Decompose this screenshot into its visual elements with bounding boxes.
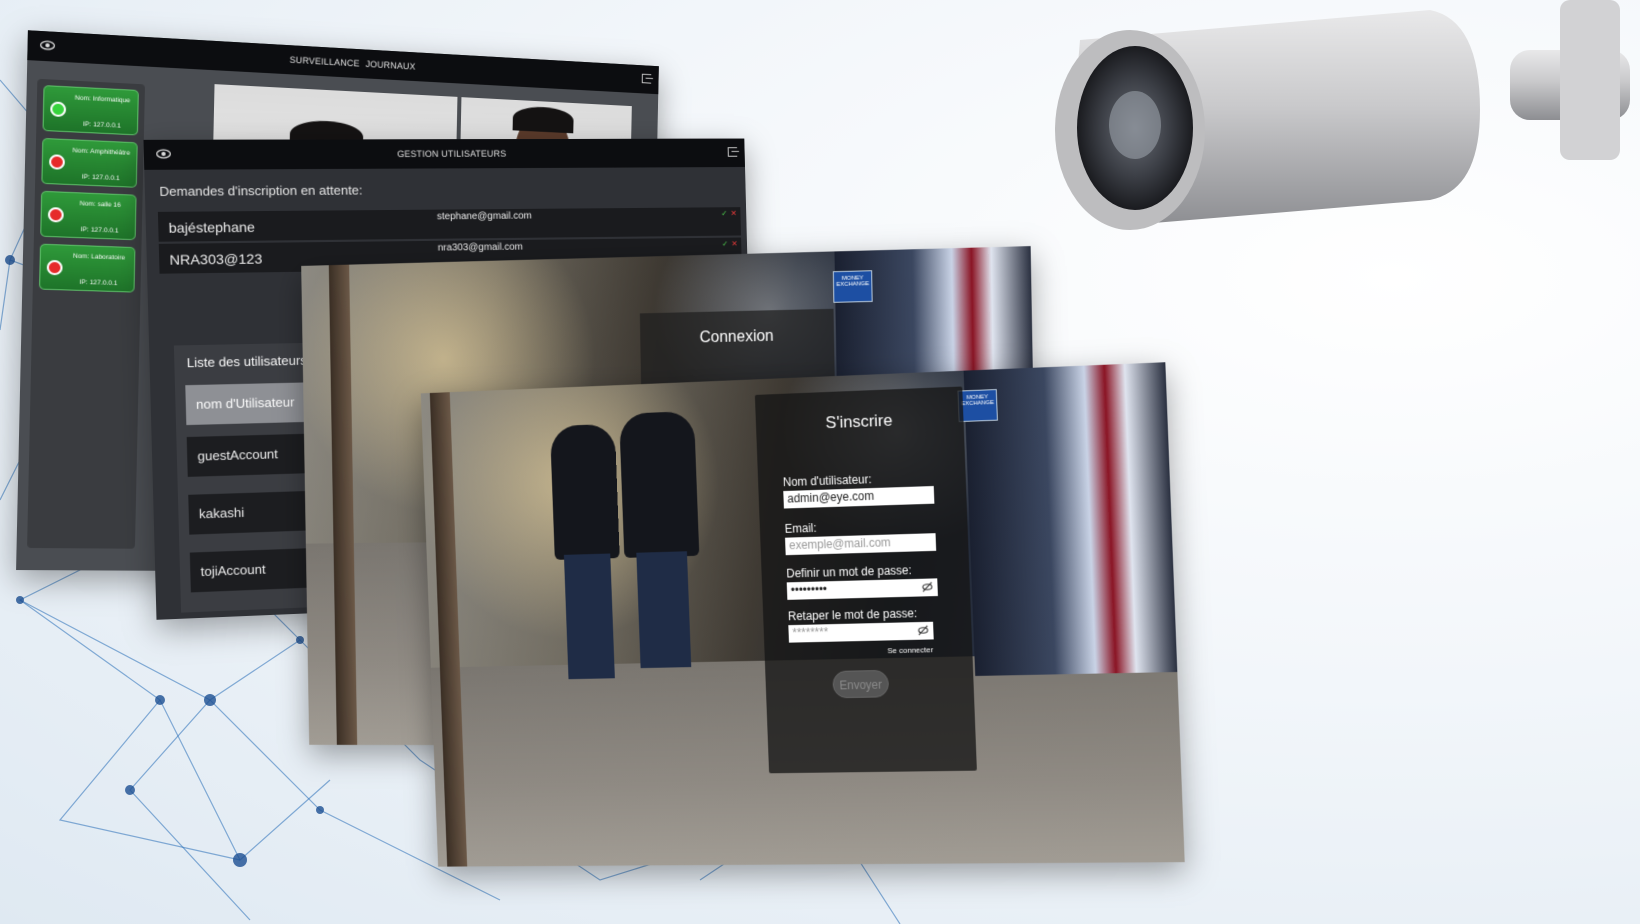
- nav-surveillance[interactable]: SURVEILLANCE: [289, 55, 359, 69]
- pending-email: nra303@gmail.com: [438, 242, 523, 254]
- username-field[interactable]: admin@eye.com: [783, 486, 934, 509]
- status-online-icon: [50, 101, 66, 117]
- email-label: Email:: [784, 521, 816, 536]
- login-title: Connexion: [640, 327, 834, 349]
- pedestrian-legs: [636, 551, 691, 668]
- eye-logo-icon: [156, 149, 171, 159]
- accept-icon[interactable]: ✓: [721, 209, 728, 218]
- money-exchange-sign: MONEY EXCHANGE: [833, 270, 873, 303]
- money-exchange-sign: MONEY EXCHANGE: [957, 389, 997, 422]
- email-field[interactable]: exemple@mail.com: [785, 533, 936, 555]
- feed-person-hair: [513, 106, 574, 134]
- eye-logo-icon: [40, 40, 55, 51]
- accept-icon[interactable]: ✓: [722, 240, 729, 249]
- camera-card-laboratoire[interactable]: Nom: Laboratoire IP: 127.0.0.1: [39, 244, 135, 293]
- eye-off-icon[interactable]: [918, 625, 929, 636]
- pending-username: NRA303@123: [169, 251, 262, 268]
- camera-name: Nom: salle 16: [69, 200, 131, 210]
- camera-list: Nom: Informatique IP: 127.0.0.1 Nom: Amp…: [27, 79, 145, 549]
- nav-journaux[interactable]: JOURNAUX: [365, 59, 415, 71]
- camera-name: Nom: Laboratoire: [68, 253, 130, 263]
- password-label: Definir un mot de passe:: [786, 563, 912, 580]
- logout-icon[interactable]: [728, 147, 738, 157]
- page-title: GESTION UTILISATEURS: [397, 149, 506, 159]
- pending-username: bajéstephane: [168, 219, 255, 236]
- repeat-password-field[interactable]: ********: [788, 622, 933, 643]
- status-offline-icon: [49, 154, 65, 170]
- password-value: •••••••••: [791, 582, 828, 597]
- pending-email: stephane@gmail.com: [437, 211, 532, 223]
- users-title: GESTION UTILISATEURS: [397, 149, 506, 159]
- eye-off-icon[interactable]: [922, 581, 933, 592]
- camera-name: Nom: Amphithéâtre: [70, 147, 132, 158]
- camera-name: Nom: Informatique: [71, 94, 133, 105]
- pending-request-row: bajéstephane stephane@gmail.com ✓ ✕: [158, 207, 741, 242]
- pedestrian-legs: [564, 554, 615, 680]
- camera-card-amphitheatre[interactable]: Nom: Amphithéâtre IP: 127.0.0.1: [41, 138, 137, 188]
- pedestrian: [550, 424, 620, 560]
- password-field[interactable]: •••••••••: [787, 578, 938, 600]
- submit-button[interactable]: Envoyer: [832, 670, 889, 698]
- camera-card-salle-16[interactable]: Nom: salle 16 IP: 127.0.0.1: [40, 191, 136, 240]
- signup-window: MONEY EXCHANGE S'inscrire Nom d'utilisat…: [421, 362, 1185, 866]
- camera-ip: IP: 127.0.0.1: [70, 173, 132, 183]
- user-list-title: Liste des utilisateurs: [187, 353, 307, 370]
- signup-form: S'inscrire Nom d'utilisateur: admin@eye.…: [755, 386, 977, 773]
- status-offline-icon: [48, 207, 64, 223]
- pending-requests-title: Demandes d'inscription en attente:: [159, 183, 363, 199]
- repeat-password-placeholder: ********: [792, 625, 828, 639]
- reject-icon[interactable]: ✕: [730, 209, 737, 218]
- camera-ip: IP: 127.0.0.1: [68, 226, 130, 235]
- reject-icon[interactable]: ✕: [731, 239, 738, 248]
- signup-title: S'inscrire: [756, 408, 964, 436]
- status-offline-icon: [47, 260, 63, 275]
- login-link[interactable]: Se connecter: [887, 645, 933, 655]
- logout-icon[interactable]: [642, 74, 651, 84]
- camera-ip: IP: 127.0.0.1: [71, 120, 133, 130]
- users-topbar: GESTION UTILISATEURS: [143, 139, 745, 170]
- repeat-password-label: Retaper le mot de passe:: [788, 606, 918, 623]
- pedestrian: [619, 411, 699, 558]
- camera-ip: IP: 127.0.0.1: [67, 279, 129, 288]
- main-nav: SURVEILLANCE JOURNAUX: [289, 55, 415, 72]
- camera-card-informatique[interactable]: Nom: Informatique IP: 127.0.0.1: [43, 85, 139, 135]
- username-label: Nom d'utilisateur:: [783, 472, 872, 489]
